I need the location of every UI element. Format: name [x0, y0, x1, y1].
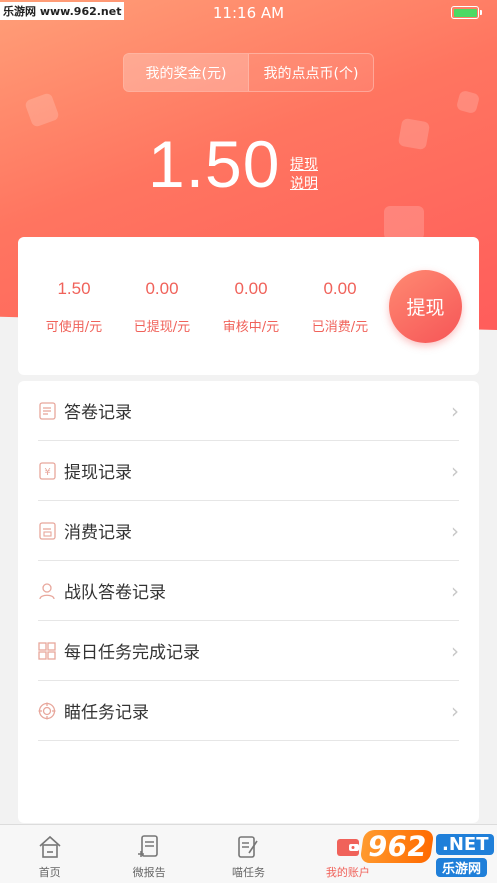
- withdraw-explain-link[interactable]: 提现 说明: [290, 156, 324, 194]
- svg-text:¥: ¥: [44, 467, 50, 478]
- tab-label: 喵任务: [231, 866, 265, 879]
- stat-available: 1.50 可使用/元: [29, 278, 119, 335]
- chevron-right-icon: ›: [451, 458, 459, 483]
- target-icon: [38, 702, 56, 720]
- task-edit-icon: [235, 833, 261, 861]
- record-label: 每日任务完成记录: [64, 643, 200, 663]
- chevron-right-icon: ›: [451, 578, 459, 603]
- tab-tasks[interactable]: 喵任务: [199, 825, 298, 883]
- grid-icon: [38, 641, 56, 660]
- record-row-aim-task[interactable]: 瞄任务记录 ›: [38, 681, 459, 741]
- stat-label: 审核中/元: [222, 320, 280, 335]
- chevron-right-icon: ›: [451, 638, 459, 663]
- record-label: 战队答卷记录: [64, 583, 166, 603]
- tab-home[interactable]: 首页: [0, 825, 99, 883]
- chevron-right-icon: ›: [451, 698, 459, 723]
- withdraw-button[interactable]: 提现: [389, 270, 462, 343]
- chevron-right-icon: ›: [451, 518, 459, 543]
- decorative-moneybag-icon: [384, 206, 424, 240]
- balance-amount: 1.50: [148, 127, 281, 201]
- report-icon: [136, 833, 162, 861]
- watermark-cn: 乐游网: [436, 858, 488, 877]
- stat-value: 1.50: [57, 279, 91, 298]
- stat-reviewing: 0.00 审核中/元: [206, 278, 296, 335]
- record-label: 瞄任务记录: [64, 703, 149, 723]
- tab-coins[interactable]: 我的点点币(个): [248, 54, 373, 91]
- decorative-moneybag-icon: [24, 92, 60, 128]
- wallet-icon: [334, 833, 362, 861]
- record-row-team-survey[interactable]: 战队答卷记录 ›: [38, 561, 459, 621]
- record-label: 提现记录: [64, 463, 132, 483]
- withdraw-link-text: 提现: [290, 157, 318, 173]
- tab-label: 微报告: [132, 866, 166, 879]
- watermark-brand: 962: [359, 830, 435, 863]
- tab-bonus[interactable]: 我的奖金(元): [124, 54, 248, 91]
- record-label: 消费记录: [64, 523, 132, 543]
- receipt-icon: [38, 521, 56, 540]
- tab-label: 首页: [38, 866, 61, 879]
- record-row-daily-task[interactable]: 每日任务完成记录 ›: [38, 621, 459, 681]
- status-time: 11:16 AM: [212, 4, 285, 22]
- decorative-moneybag-icon: [455, 89, 481, 115]
- document-icon: [38, 401, 56, 420]
- tab-report[interactable]: 微报告: [99, 825, 198, 883]
- watermark-logo: 962 .NET 乐游网: [359, 826, 497, 883]
- record-row-withdraw[interactable]: ¥ 提现记录 ›: [38, 441, 459, 501]
- record-row-spending[interactable]: 消费记录 ›: [38, 501, 459, 561]
- record-label: 答卷记录: [64, 403, 132, 423]
- battery-icon: [451, 6, 482, 19]
- stat-value: 0.00: [323, 279, 357, 298]
- stat-label: 已消费/元: [311, 320, 369, 335]
- stats-card: 1.50 可使用/元 0.00 已提现/元 0.00 审核中/元 0.00 已消…: [18, 237, 479, 375]
- stat-value: 0.00: [145, 279, 179, 298]
- stat-label: 已提现/元: [133, 320, 191, 335]
- records-list: 答卷记录 › ¥ 提现记录 › 消费记录 › 战队答卷记录 › 每日任务完成记录…: [18, 381, 479, 823]
- home-icon: [37, 833, 63, 861]
- user-icon: [38, 582, 56, 600]
- stat-withdrawn: 0.00 已提现/元: [117, 278, 207, 335]
- record-row-survey[interactable]: 答卷记录 ›: [38, 381, 459, 441]
- stat-label: 可使用/元: [45, 320, 103, 335]
- stat-spent: 0.00 已消费/元: [295, 278, 385, 335]
- decorative-moneybag-icon: [397, 117, 431, 151]
- currency-segment-control: 我的奖金(元) 我的点点币(个): [123, 53, 374, 92]
- stat-value: 0.00: [234, 279, 268, 298]
- yen-doc-icon: ¥: [38, 461, 56, 480]
- status-bar: 乐游网 www.962.net 11:16 AM: [0, 0, 497, 26]
- watermark-net: .NET: [436, 834, 495, 855]
- chevron-right-icon: ›: [451, 398, 459, 423]
- explain-link-text: 说明: [290, 176, 318, 192]
